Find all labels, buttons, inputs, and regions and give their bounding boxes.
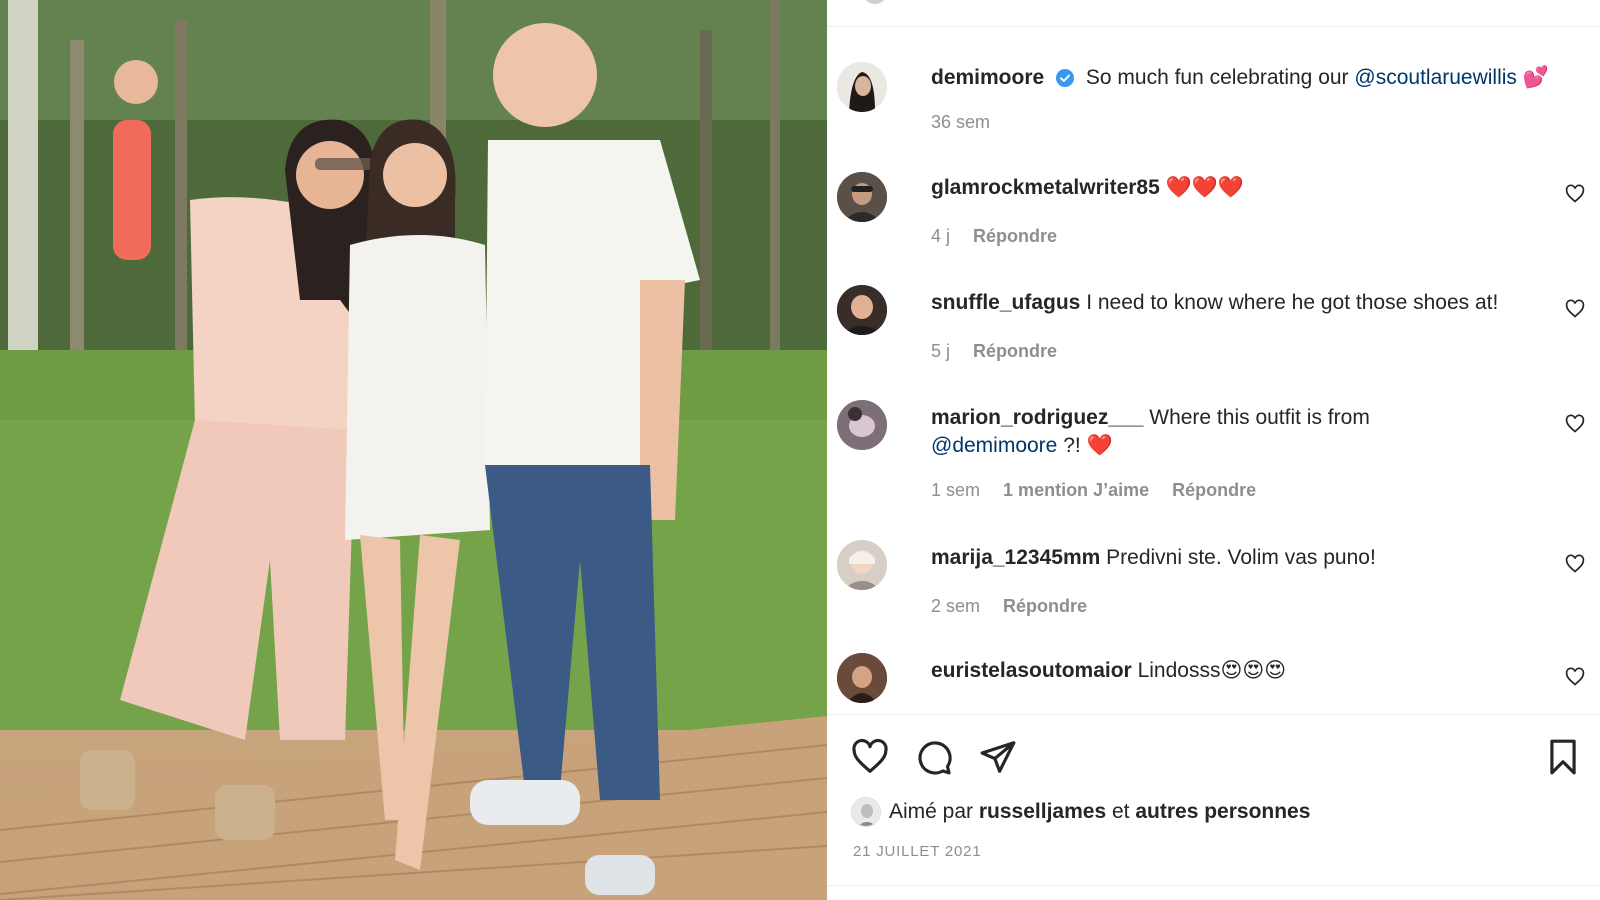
reply-button[interactable]: Répondre [973,341,1057,361]
reply-button[interactable]: Répondre [1003,596,1087,616]
comment-text-continued: ?! ❤️ [1063,434,1113,457]
comment-text: Where this outfit is from [1149,406,1370,429]
comment-text: Predivni ste. Volim vas puno! [1106,546,1376,569]
verified-badge-icon [1056,69,1075,87]
comment-age[interactable]: 1 sem [931,480,980,500]
avatar[interactable] [863,0,887,4]
comment-age[interactable]: 5 j [931,341,950,361]
caption-emoji: 💕 [1522,66,1549,89]
avatar[interactable] [851,797,881,827]
avatar[interactable] [837,653,887,703]
avatar[interactable] [837,540,887,590]
comment-text: Lindosss😍😍😍 [1137,659,1287,682]
divider [827,26,1600,27]
likes-middle: et [1111,800,1130,823]
avatar-portrait-icon [837,400,887,450]
comments-panel: demimoore So much fun celebrating our @s… [827,0,1600,900]
comment-username[interactable]: marija_12345mm [931,546,1100,569]
comment-username[interactable]: euristelasoutomaior [931,659,1132,682]
avatar[interactable] [837,172,887,222]
post-photo[interactable] [0,0,827,900]
avatar-portrait-icon [837,62,887,112]
avatar-portrait-icon [852,798,880,826]
caption-mention[interactable]: @scoutlaruewillis [1354,66,1517,89]
comment-age[interactable]: 2 sem [931,596,980,616]
comment-icon[interactable] [915,738,953,776]
share-icon[interactable] [979,738,1017,776]
avatar[interactable] [837,285,887,335]
bookmark-icon[interactable] [1544,738,1582,776]
caption-age[interactable]: 36 sem [931,112,990,132]
avatar[interactable] [837,62,887,112]
comment-username[interactable]: glamrockmetalwriter85 [931,176,1160,199]
heart-small-icon[interactable] [1565,184,1585,204]
avatar-portrait-icon [837,172,887,222]
comment-text: I need to know where he got those shoes … [1086,291,1499,314]
likes-others[interactable]: autres personnes [1135,800,1310,824]
caption-username[interactable]: demimoore [931,66,1044,89]
avatar-portrait-icon [837,653,887,703]
comment-username[interactable]: marion_rodriguez___ [931,406,1143,429]
comment-item: euristelasoutomaior Lindosss😍😍😍 [827,653,1600,709]
photo-scene [0,0,827,900]
heart-small-icon[interactable] [1565,299,1585,319]
heart-small-icon[interactable] [1565,414,1585,434]
avatar-portrait-icon [837,285,887,335]
comment-username[interactable]: snuffle_ufagus [931,291,1080,314]
likes-prefix: Aimé par [889,800,974,823]
likes-user[interactable]: russelljames [979,800,1106,824]
comment-likes-count[interactable]: 1 mention J’aime [1003,480,1149,500]
comment-mention[interactable]: @demimoore [931,434,1057,457]
reply-button[interactable]: Répondre [973,226,1057,246]
caption-text: So much fun celebrating our [1085,66,1349,89]
divider [827,714,1600,715]
divider [827,885,1600,886]
likes-summary: Aimé par russelljames et autres personne… [851,797,1310,827]
comment-age[interactable]: 4 j [931,226,950,246]
heart-small-icon[interactable] [1565,554,1585,574]
reply-button[interactable]: Répondre [1172,480,1256,500]
heart-small-icon[interactable] [1565,667,1585,687]
avatar[interactable] [837,400,887,450]
heart-icon[interactable] [851,738,889,776]
post-date[interactable]: 21 JUILLET 2021 [853,843,981,860]
avatar-portrait-icon [837,540,887,590]
comment-text: ❤️❤️❤️ [1165,176,1245,199]
